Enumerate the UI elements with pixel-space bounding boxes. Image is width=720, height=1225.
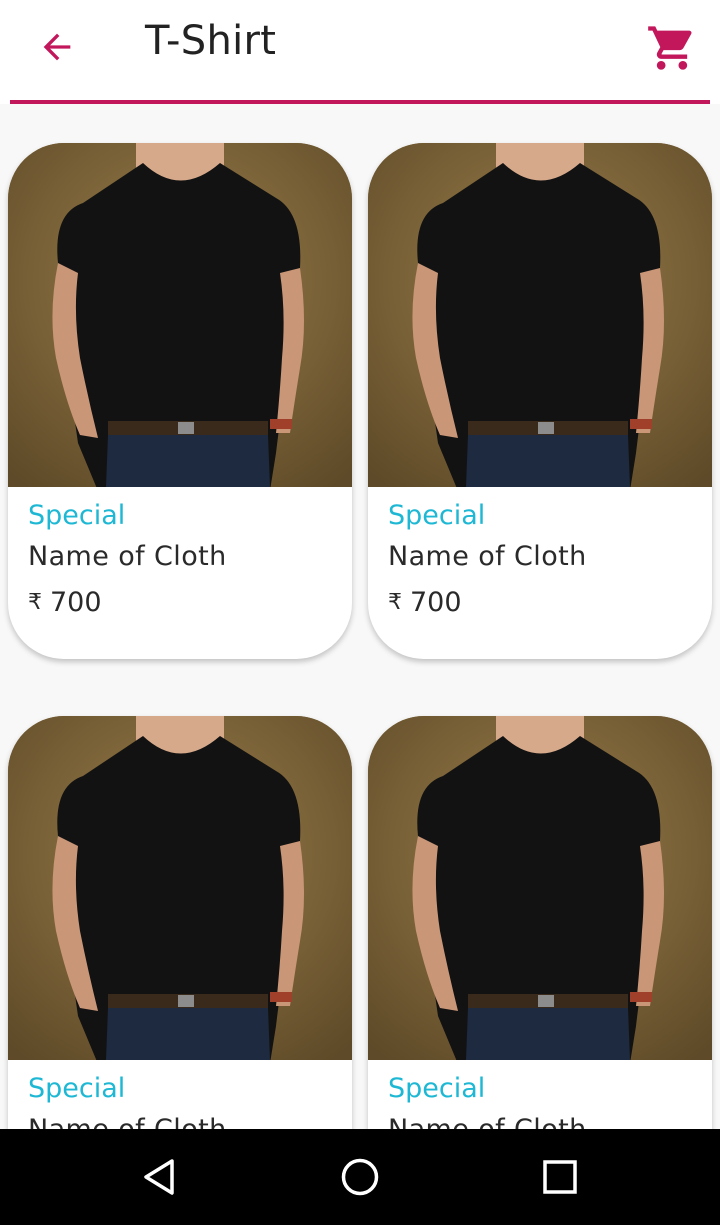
price-value: 700 <box>50 587 102 618</box>
product-price: ₹ 700 <box>388 587 462 618</box>
currency-symbol: ₹ <box>28 590 42 615</box>
product-name: Name of Cloth <box>388 1114 587 1129</box>
square-recents-icon <box>543 1160 577 1194</box>
back-button[interactable] <box>30 20 84 74</box>
arrow-left-icon <box>43 33 71 61</box>
nav-home-button[interactable] <box>332 1149 388 1205</box>
product-price: ₹ 700 <box>28 587 102 618</box>
app-bar: T-Shirt <box>0 0 720 104</box>
product-tag: Special <box>388 1073 486 1104</box>
nav-back-button[interactable] <box>132 1149 188 1205</box>
circle-home-icon <box>341 1158 379 1196</box>
product-card[interactable]: Special Name of Cloth ₹ 700 <box>8 143 352 659</box>
page-title: T-Shirt <box>145 18 277 64</box>
product-card[interactable]: Special Name of Cloth ₹ 700 <box>368 716 712 1129</box>
shopping-cart-icon <box>648 26 692 70</box>
product-image <box>368 716 712 1060</box>
product-name: Name of Cloth <box>28 541 227 572</box>
price-value: 700 <box>410 587 462 618</box>
product-image <box>368 143 712 487</box>
cart-button[interactable] <box>640 18 704 78</box>
nav-recents-button[interactable] <box>532 1149 588 1205</box>
product-card[interactable]: Special Name of Cloth ₹ 700 <box>368 143 712 659</box>
product-tag: Special <box>28 1073 126 1104</box>
triangle-back-icon <box>144 1159 174 1195</box>
product-tag: Special <box>388 500 486 531</box>
product-image <box>8 143 352 487</box>
product-tag: Special <box>28 500 126 531</box>
product-card[interactable]: Special Name of Cloth ₹ 700 <box>8 716 352 1129</box>
product-name: Name of Cloth <box>28 1114 227 1129</box>
product-name: Name of Cloth <box>388 541 587 572</box>
product-grid[interactable]: Special Name of Cloth ₹ 700 Special Name… <box>0 104 720 1129</box>
system-navigation-bar <box>0 1129 720 1225</box>
currency-symbol: ₹ <box>388 590 402 615</box>
product-image <box>8 716 352 1060</box>
